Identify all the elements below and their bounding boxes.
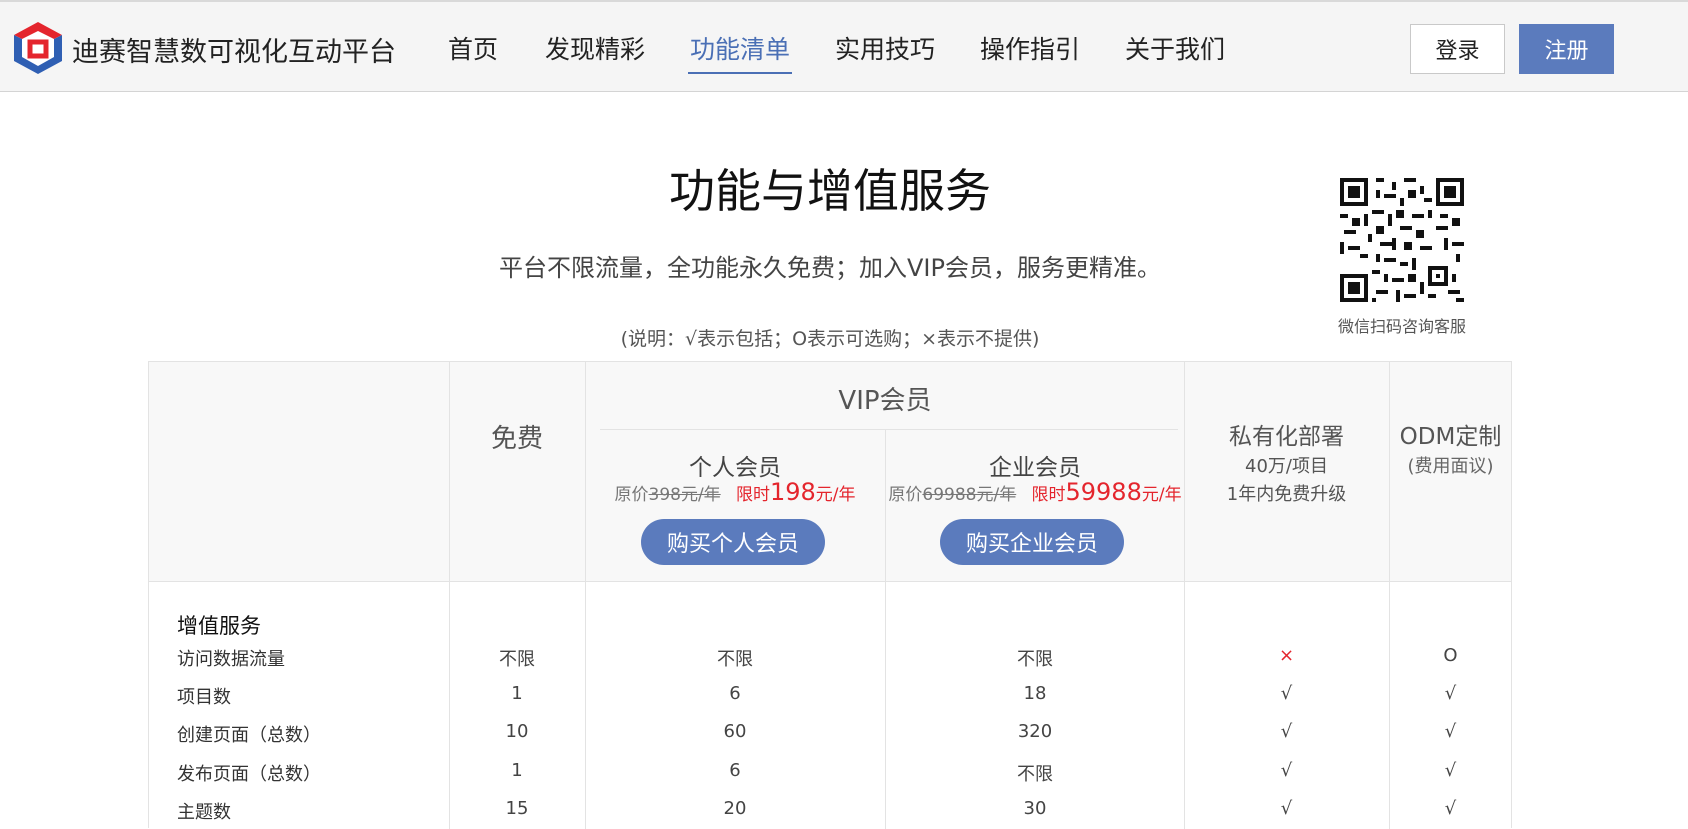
row-label: 创建页面（总数） [177, 725, 321, 746]
cell-enterprise: 18 [1023, 683, 1047, 704]
wechat-qr-code-icon [1340, 178, 1464, 302]
plan-private-price: 40万/项目 [1245, 456, 1328, 477]
nav-guide[interactable]: 操作指引 [980, 30, 1080, 66]
column-divider [585, 362, 586, 829]
plan-odm-note: (费用面议) [1407, 456, 1494, 477]
cell-personal: 6 [729, 683, 741, 704]
row-label: 项目数 [177, 687, 231, 708]
plan-personal-title: 个人会员 [689, 455, 781, 481]
row-label: 发布页面（总数） [177, 764, 321, 785]
cell-odm: O [1443, 645, 1458, 666]
row-label: 主题数 [177, 802, 231, 823]
plan-private-note: 1年内免费升级 [1226, 484, 1347, 505]
cell-enterprise: 320 [1017, 721, 1053, 742]
plan-personal-price: 原价398元/年 限时198元/年 [585, 478, 885, 506]
cell-private: √ [1280, 721, 1293, 742]
nav-home[interactable]: 首页 [448, 30, 498, 66]
plan-vip-title: VIP会员 [838, 386, 932, 416]
personal-original-price: 原价398元/年 [614, 485, 721, 505]
cell-personal: 不限 [717, 649, 753, 670]
cell-odm: √ [1444, 798, 1457, 819]
plan-enterprise-price: 原价69988元/年 限时59988元/年 [885, 478, 1185, 506]
personal-sale-price: 限时198元/年 [735, 478, 856, 506]
cell-private: × [1278, 645, 1295, 666]
nav-tips[interactable]: 实用技巧 [835, 30, 935, 66]
top-navigation-bar: 迪赛智慧数可视化互动平台 首页 发现精彩 功能清单 实用技巧 操作指引 关于我们… [0, 0, 1688, 92]
cell-odm: √ [1444, 683, 1457, 704]
pricing-table: 免费 VIP会员 个人会员 原价398元/年 限时198元/年 购买个人会员 企… [148, 361, 1512, 829]
cell-free: 15 [505, 798, 529, 819]
cell-odm: √ [1444, 721, 1457, 742]
login-button[interactable]: 登录 [1410, 24, 1505, 74]
nav-about[interactable]: 关于我们 [1125, 30, 1225, 66]
cell-free: 10 [505, 721, 529, 742]
cell-private: √ [1280, 683, 1293, 704]
section-title: 增值服务 [177, 614, 261, 638]
plan-enterprise-title: 企业会员 [989, 455, 1081, 481]
enterprise-original-price: 原价69988元/年 [888, 485, 1017, 505]
cell-personal: 20 [723, 798, 747, 819]
nav-feature-list[interactable]: 功能清单 [690, 30, 790, 66]
register-button[interactable]: 注册 [1519, 24, 1614, 74]
cell-free: 1 [511, 760, 523, 781]
brand-name[interactable]: 迪赛智慧数可视化互动平台 [72, 30, 396, 69]
buy-enterprise-member-button[interactable]: 购买企业会员 [940, 519, 1124, 565]
nav-active-underline [688, 72, 792, 74]
cell-personal: 60 [723, 721, 747, 742]
nav-discover[interactable]: 发现精彩 [545, 30, 645, 66]
plan-private-title: 私有化部署 [1229, 424, 1344, 450]
cell-personal: 6 [729, 760, 741, 781]
cell-enterprise: 不限 [1017, 649, 1053, 670]
plan-free-title: 免费 [490, 424, 543, 454]
cell-private: √ [1280, 798, 1293, 819]
vip-group-divider [600, 429, 1178, 430]
cell-private: √ [1280, 760, 1293, 781]
qr-caption: 微信扫码咨询客服 [1337, 317, 1466, 336]
cell-odm: √ [1444, 760, 1457, 781]
cell-free: 不限 [499, 649, 535, 670]
cell-free: 1 [511, 683, 523, 704]
enterprise-sale-price: 限时59988元/年 [1031, 478, 1182, 506]
brand-logo-icon[interactable] [12, 20, 64, 76]
plan-odm-title: ODM定制 [1399, 424, 1502, 450]
buy-personal-member-button[interactable]: 购买个人会员 [641, 519, 825, 565]
row-label: 访问数据流量 [177, 649, 285, 670]
cell-enterprise: 不限 [1017, 764, 1053, 785]
cell-enterprise: 30 [1023, 798, 1047, 819]
